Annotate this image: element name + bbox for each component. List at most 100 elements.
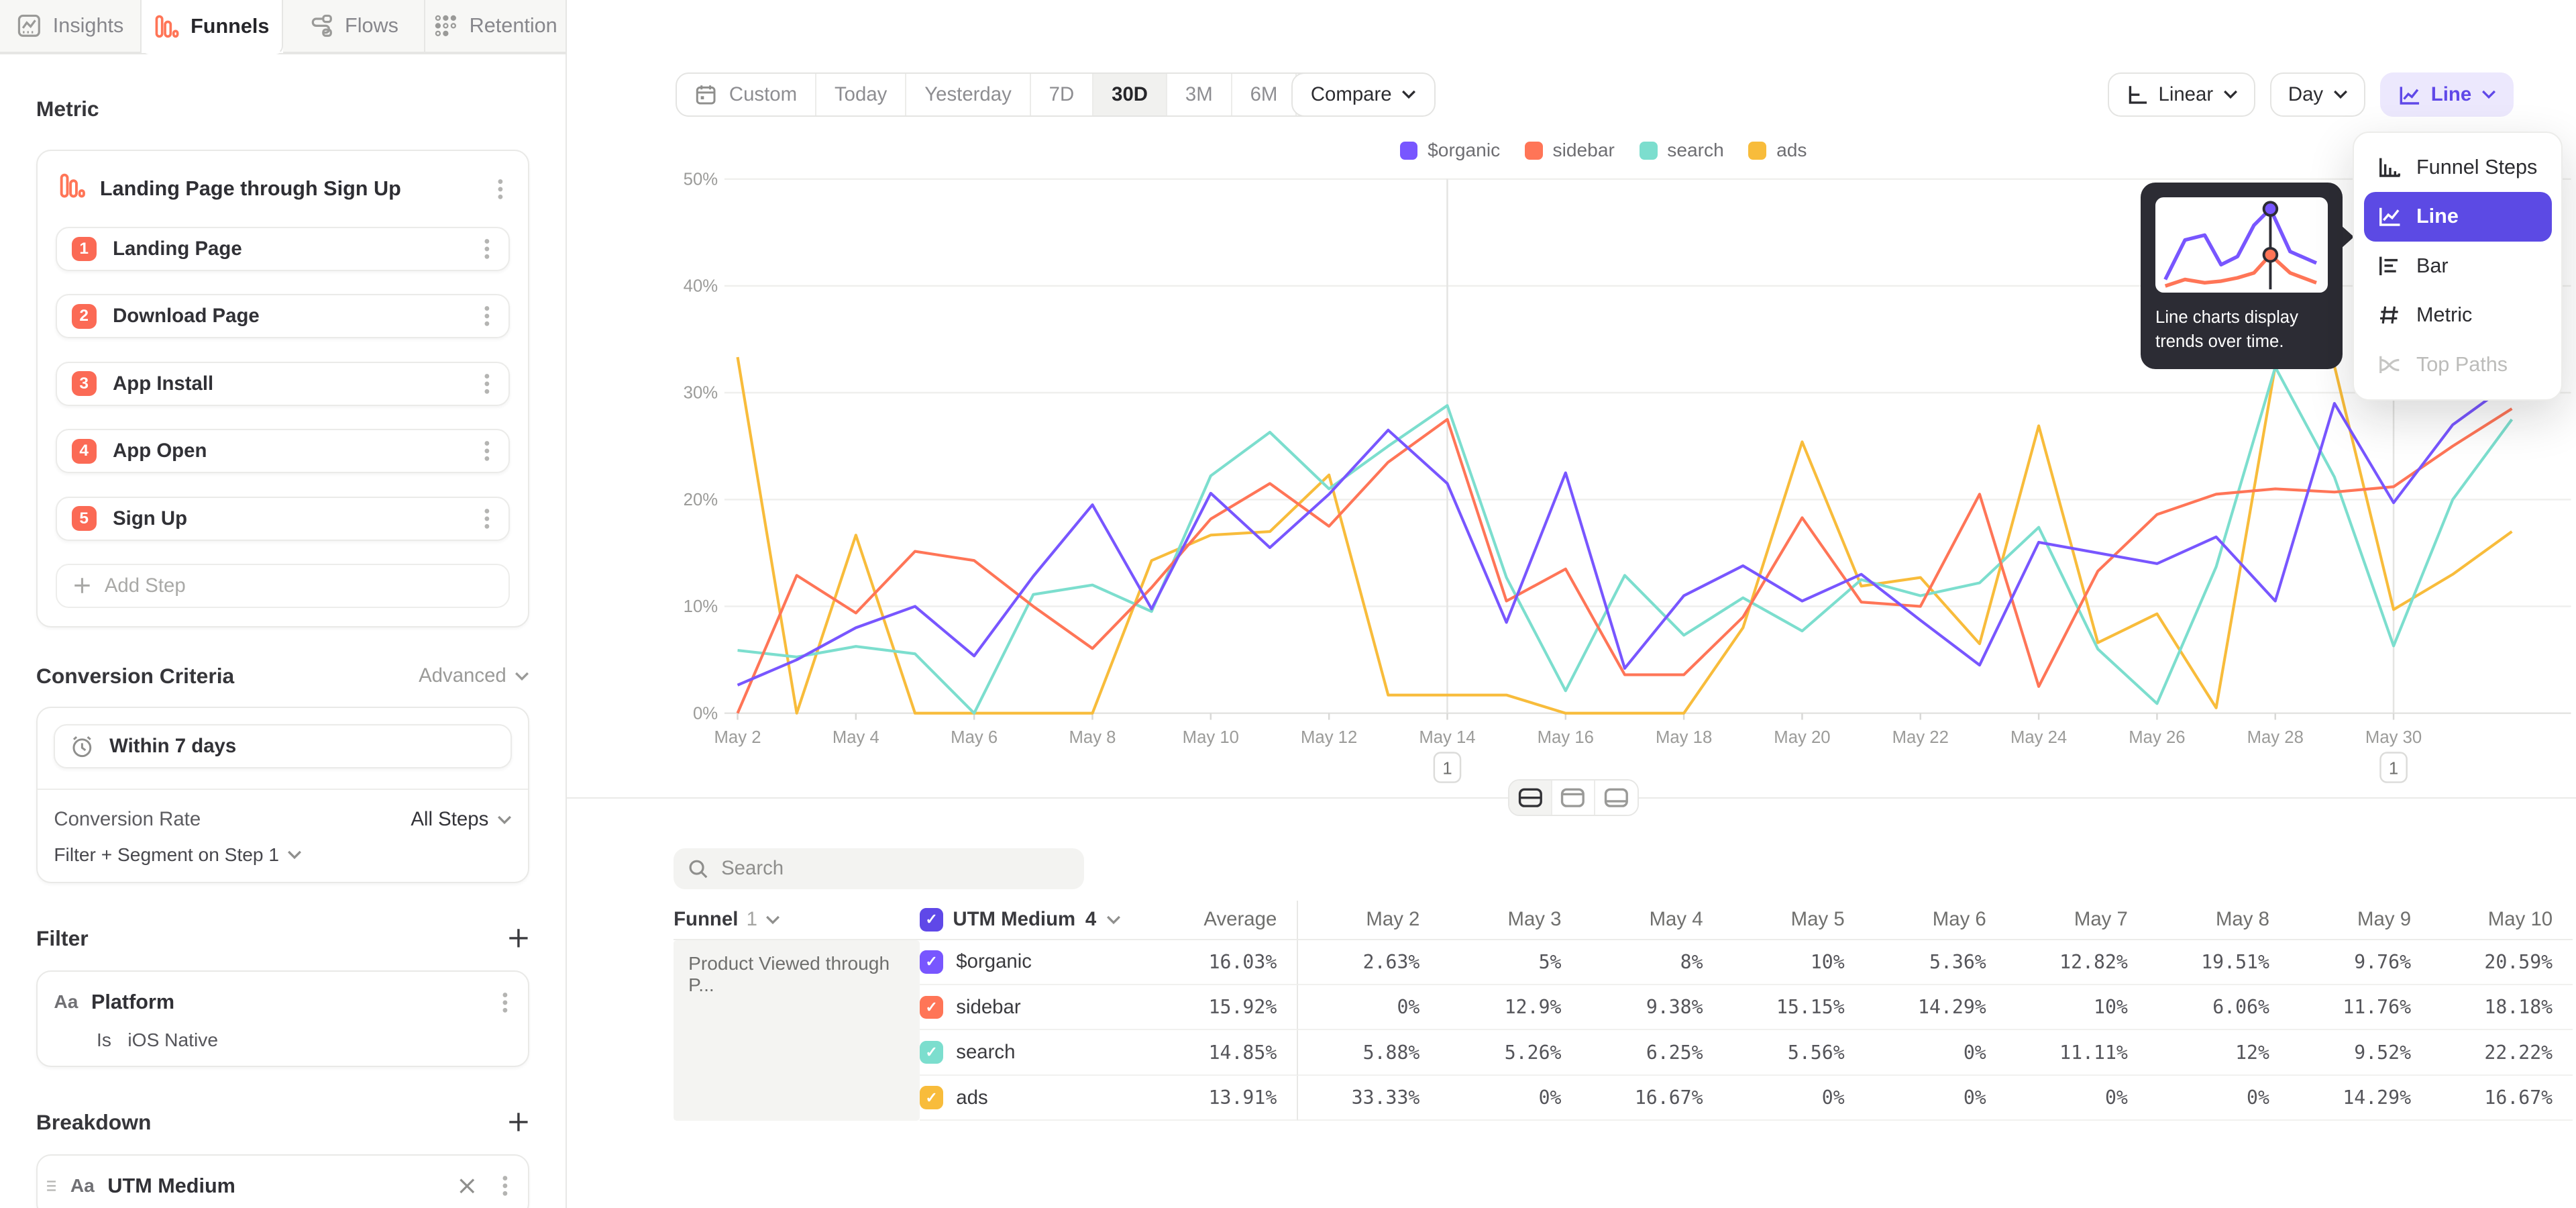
- day-column-header-may-2: May 2: [1298, 901, 1440, 940]
- series-checkbox[interactable]: ✓: [920, 1041, 943, 1064]
- tab-retention[interactable]: Retention: [425, 0, 567, 53]
- kebab-icon[interactable]: [498, 989, 512, 1017]
- date-range-30d[interactable]: 30D: [1093, 74, 1167, 115]
- kebab-icon[interactable]: [480, 505, 494, 533]
- day-value: 12%: [2147, 1030, 2289, 1075]
- date-range-label: 6M: [1250, 83, 1278, 106]
- add-step-button[interactable]: Add Step: [56, 564, 510, 608]
- svg-text:May 4: May 4: [833, 728, 879, 747]
- funnel-steps-icon: [2377, 155, 2402, 180]
- average-value: 13.91%: [1150, 1076, 1297, 1121]
- step-label: Sign Up: [113, 507, 464, 530]
- layout-chart-button[interactable]: [1552, 781, 1595, 815]
- breakdown-column-header[interactable]: ✓UTM Medium4: [920, 901, 1150, 940]
- kebab-icon[interactable]: [498, 1172, 512, 1200]
- kebab-icon[interactable]: [480, 437, 494, 465]
- close-icon[interactable]: [459, 1178, 475, 1194]
- search-input[interactable]: [721, 857, 1069, 880]
- funnel-step-app-install[interactable]: 3App Install: [56, 362, 510, 406]
- table-row-organic[interactable]: ✓$organic: [920, 940, 1150, 985]
- layout-table-button[interactable]: [1595, 781, 1638, 815]
- search-field: [674, 848, 1084, 889]
- dropdown-item-bar[interactable]: Bar: [2364, 242, 2552, 291]
- layout-split-button[interactable]: [1509, 781, 1552, 815]
- conversion-criteria-card: Within 7 days Conversion Rate All Steps …: [36, 707, 529, 883]
- day-value: 15.15%: [1723, 985, 1864, 1030]
- dropdown-item-funnel-steps[interactable]: Funnel Steps: [2364, 143, 2552, 192]
- kebab-icon[interactable]: [494, 175, 507, 203]
- kebab-icon[interactable]: [480, 370, 494, 398]
- step-label: Landing Page: [113, 238, 464, 260]
- legend-item-search[interactable]: search: [1640, 140, 1724, 161]
- series-checkbox[interactable]: ✓: [920, 950, 943, 973]
- series-line-ads[interactable]: [738, 357, 2512, 713]
- chevron-down-icon: [287, 850, 302, 860]
- chevron-down-icon: [497, 815, 512, 825]
- compare-button[interactable]: Compare: [1291, 72, 1436, 117]
- tab-insights[interactable]: Insights: [0, 0, 142, 53]
- scale-select[interactable]: Linear: [2108, 72, 2255, 117]
- date-range-yesterday[interactable]: Yesterday: [906, 74, 1030, 115]
- filter-property[interactable]: Platform: [91, 991, 485, 1014]
- day-value: 9.52%: [2289, 1030, 2430, 1075]
- date-range-3m[interactable]: 3M: [1167, 74, 1232, 115]
- table-row-ads[interactable]: ✓ads: [920, 1076, 1150, 1121]
- day-value: 14.29%: [2289, 1076, 2430, 1121]
- funnel-steps-list: 1Landing Page 2Download Page 3App Install 4…: [56, 227, 510, 541]
- add-breakdown-button[interactable]: [508, 1111, 529, 1133]
- kebab-icon[interactable]: [480, 303, 494, 331]
- date-range-today[interactable]: Today: [816, 74, 906, 115]
- date-range-7d[interactable]: 7D: [1031, 74, 1093, 115]
- conversion-window-button[interactable]: Within 7 days: [54, 724, 511, 768]
- funnel-step-download-page[interactable]: 2Download Page: [56, 294, 510, 338]
- row-group-label[interactable]: Product Viewed through P...: [674, 940, 920, 1121]
- kebab-icon[interactable]: [480, 235, 494, 263]
- date-range-label: Yesterday: [924, 83, 1012, 106]
- svg-text:May 28: May 28: [2247, 728, 2304, 747]
- annotation-badge[interactable]: 1: [2381, 753, 2407, 783]
- funnel-column-header[interactable]: Funnel1: [674, 901, 920, 940]
- drag-handle-icon[interactable]: [46, 1178, 57, 1193]
- date-range-custom[interactable]: Custom: [677, 74, 817, 115]
- funnel-step-sign-up[interactable]: 5Sign Up: [56, 497, 510, 541]
- breakdown-property[interactable]: UTM Medium: [107, 1174, 445, 1198]
- chart-type-select[interactable]: Line: [2380, 72, 2514, 117]
- filter-value[interactable]: iOS Native: [127, 1029, 218, 1051]
- tab-flows[interactable]: Flows: [283, 0, 425, 53]
- series-checkbox[interactable]: ✓: [920, 1086, 943, 1109]
- day-value: 11.11%: [2006, 1030, 2147, 1075]
- legend-item-ads[interactable]: ads: [1748, 140, 1807, 161]
- day-column-header-may-8: May 8: [2147, 901, 2289, 940]
- svg-text:May 6: May 6: [951, 728, 998, 747]
- add-filter-button[interactable]: [508, 927, 529, 949]
- date-range-6m[interactable]: 6M: [1232, 74, 1297, 115]
- series-checkbox[interactable]: ✓: [920, 996, 943, 1019]
- filter-segment-select[interactable]: Filter + Segment on Step 1: [54, 844, 511, 866]
- conversion-rate-select[interactable]: All Steps: [411, 808, 511, 831]
- tab-funnels[interactable]: Funnels: [142, 0, 283, 54]
- day-column-header-may-5: May 5: [1723, 901, 1864, 940]
- legend-item-sidebar[interactable]: sidebar: [1525, 140, 1615, 161]
- funnel-step-app-open[interactable]: 4App Open: [56, 429, 510, 473]
- day-value: 8%: [1581, 940, 1723, 985]
- funnel-step-landing-page[interactable]: 1Landing Page: [56, 227, 510, 271]
- funnel-header[interactable]: Landing Page through Sign Up: [56, 169, 510, 205]
- utm-checkbox[interactable]: ✓: [920, 908, 943, 931]
- funnel-title: Landing Page through Sign Up: [100, 177, 479, 201]
- day-column-header-may-4: May 4: [1581, 901, 1723, 940]
- svg-text:10%: 10%: [684, 597, 718, 616]
- funnel-header-label: Funnel: [674, 908, 738, 931]
- day-value: 14.29%: [1864, 985, 2006, 1030]
- annotation-badge[interactable]: 1: [1434, 753, 1460, 783]
- granularity-select[interactable]: Day: [2270, 72, 2365, 117]
- conversion-mode-select[interactable]: Advanced: [419, 664, 529, 687]
- table-row-search[interactable]: ✓search: [920, 1030, 1150, 1075]
- filter-operator[interactable]: Is: [97, 1029, 111, 1051]
- conversion-window-value: Within 7 days: [109, 735, 236, 758]
- dropdown-item-metric[interactable]: Metric: [2364, 291, 2552, 340]
- dropdown-item-label: Line: [2416, 205, 2459, 228]
- table-row-sidebar[interactable]: ✓sidebar: [920, 985, 1150, 1030]
- legend-item-organic[interactable]: $organic: [1400, 140, 1501, 161]
- dropdown-item-line[interactable]: Line: [2364, 192, 2552, 241]
- tooltip-text: Line charts display trends over time.: [2155, 305, 2328, 354]
